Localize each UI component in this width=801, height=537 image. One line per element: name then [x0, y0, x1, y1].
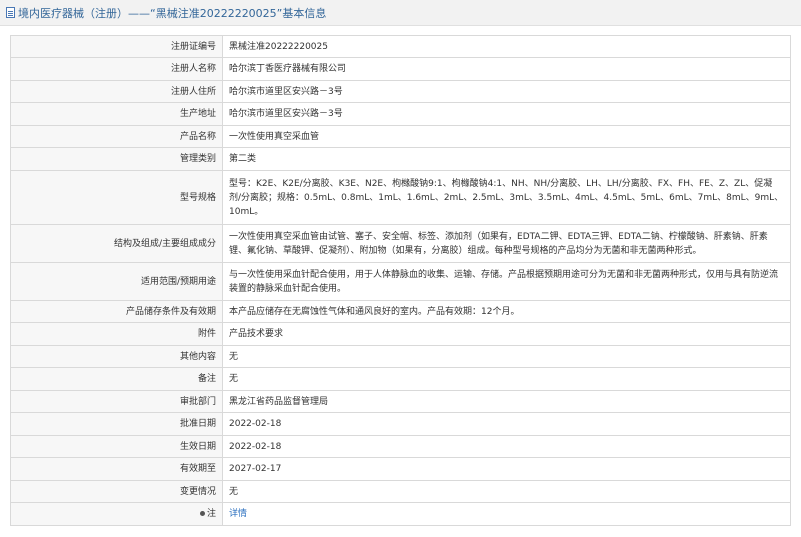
table-row: 注册人名称 哈尔滨丁香医疗器械有限公司 [10, 57, 791, 81]
table-row: 注册人住所 哈尔滨市道里区安兴路－3号 [10, 80, 791, 103]
row-label-other-content: 其他内容 [10, 345, 223, 368]
row-value-approval-date: 2022-02-18 [222, 412, 791, 436]
dot-icon [199, 511, 205, 516]
page-title: 境内医疗器械（注册）——“黑械注准20222220025”基本信息 [18, 6, 327, 20]
row-label-registrant-address: 注册人住所 [10, 80, 223, 103]
row-value-effective-date: 2022-02-18 [222, 435, 791, 458]
row-value-model-spec: 型号：K2E、K2E/分离胶、K3E、N2E、枸橼酸钠9:1、枸橼酸钠4:1、N… [222, 170, 791, 225]
row-value-other-content: 无 [222, 345, 791, 368]
row-value-approval-department: 黑龙江省药品监督管理局 [222, 390, 791, 413]
row-label-registrant-name: 注册人名称 [10, 57, 223, 81]
row-value-remarks: 无 [222, 367, 791, 391]
row-label-model-spec: 型号规格 [10, 170, 223, 225]
table-row: 有效期至 2027-02-17 [10, 457, 791, 481]
row-value-change-status: 无 [222, 480, 791, 503]
row-value-registrant-name: 哈尔滨丁香医疗器械有限公司 [222, 57, 791, 81]
row-label-production-address: 生产地址 [10, 102, 223, 126]
table-row: 管理类别 第二类 [10, 147, 791, 171]
row-value-production-address: 哈尔滨市道里区安兴路－3号 [222, 102, 791, 126]
row-value-note: 详情 [222, 502, 791, 526]
table-row: 型号规格 型号：K2E、K2E/分离胶、K3E、N2E、枸橼酸钠9:1、枸橼酸钠… [10, 170, 791, 225]
row-label-remarks: 备注 [10, 367, 223, 391]
row-label-management-category: 管理类别 [10, 147, 223, 171]
row-label-valid-until: 有效期至 [10, 457, 223, 481]
table-row: 注 详情 [10, 502, 791, 526]
table-row: 注册证编号 黑械注准20222220025 [10, 35, 791, 58]
row-label-approval-date: 批准日期 [10, 412, 223, 436]
table-row: 产品储存条件及有效期 本产品应储存在无腐蚀性气体和通风良好的室内。产品有效期：1… [10, 300, 791, 323]
table-row: 生产地址 哈尔滨市道里区安兴路－3号 [10, 102, 791, 126]
document-icon [6, 7, 15, 18]
table-row: 备注 无 [10, 367, 791, 391]
row-label-effective-date: 生效日期 [10, 435, 223, 458]
table-row: 附件 产品技术要求 [10, 322, 791, 346]
row-value-product-name: 一次性使用真空采血管 [222, 125, 791, 148]
table-row: 产品名称 一次性使用真空采血管 [10, 125, 791, 148]
row-label-intended-use: 适用范围/预期用途 [10, 262, 223, 301]
row-value-attachment: 产品技术要求 [222, 322, 791, 346]
row-value-valid-until: 2027-02-17 [222, 457, 791, 481]
note-label-text: 注 [206, 509, 216, 519]
table-row: 结构及组成/主要组成成分 一次性使用真空采血管由试管、塞子、安全帽、标签、添加剂… [10, 224, 791, 263]
row-label-storage-validity: 产品储存条件及有效期 [10, 300, 223, 323]
table-row: 其他内容 无 [10, 345, 791, 368]
table-row: 批准日期 2022-02-18 [10, 412, 791, 436]
row-value-composition: 一次性使用真空采血管由试管、塞子、安全帽、标签、添加剂（如果有，EDTA二钾、E… [222, 224, 791, 263]
row-value-management-category: 第二类 [222, 147, 791, 171]
table-row: 生效日期 2022-02-18 [10, 435, 791, 458]
row-label-change-status: 变更情况 [10, 480, 223, 503]
row-label-note: 注 [10, 502, 223, 526]
row-value-registration-number: 黑械注准20222220025 [222, 35, 791, 58]
row-label-product-name: 产品名称 [10, 125, 223, 148]
table-row: 审批部门 黑龙江省药品监督管理局 [10, 390, 791, 413]
info-table: 注册证编号 黑械注准20222220025 注册人名称 哈尔滨丁香医疗器械有限公… [10, 35, 791, 526]
row-label-registration-number: 注册证编号 [10, 35, 223, 58]
row-label-composition: 结构及组成/主要组成成分 [10, 224, 223, 263]
row-value-registrant-address: 哈尔滨市道里区安兴路－3号 [222, 80, 791, 103]
row-label-approval-department: 审批部门 [10, 390, 223, 413]
table-row: 适用范围/预期用途 与一次性使用采血针配合使用，用于人体静脉血的收集、运输、存储… [10, 262, 791, 301]
table-row: 变更情况 无 [10, 480, 791, 503]
row-value-storage-validity: 本产品应储存在无腐蚀性气体和通风良好的室内。产品有效期：12个月。 [222, 300, 791, 323]
row-value-intended-use: 与一次性使用采血针配合使用，用于人体静脉血的收集、运输、存储。产品根据预期用途可… [222, 262, 791, 301]
page-header: 境内医疗器械（注册）——“黑械注准20222220025”基本信息 [0, 0, 801, 26]
details-link[interactable]: 详情 [229, 509, 247, 519]
row-label-attachment: 附件 [10, 322, 223, 346]
